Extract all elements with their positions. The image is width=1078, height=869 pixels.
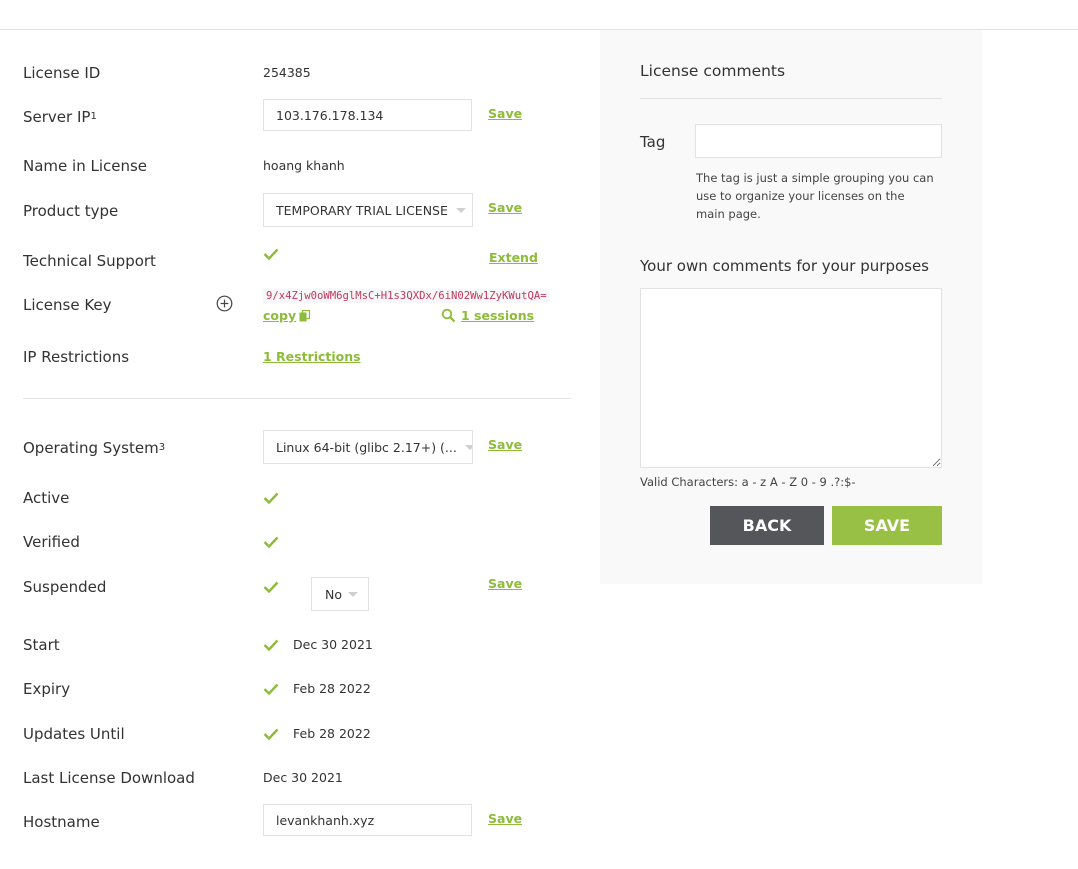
license-id-value: 254385 — [263, 65, 311, 80]
operating-system-select[interactable]: Linux 64-bit (glibc 2.17+) (... — [263, 430, 473, 464]
chevron-down-icon — [455, 207, 466, 213]
license-id-label: License ID — [23, 64, 101, 82]
check-icon — [263, 683, 279, 695]
license-comments-title: License comments — [640, 62, 786, 80]
copy-label: copy — [263, 308, 297, 323]
operating-system-save-link[interactable]: Save — [488, 437, 522, 452]
check-icon — [263, 639, 279, 651]
suspended-selected: No — [325, 586, 342, 602]
check-icon — [263, 728, 279, 740]
active-label: Active — [23, 489, 70, 507]
server-ip-footnote: 1 — [90, 111, 97, 122]
extend-support-link[interactable]: Extend — [489, 250, 538, 265]
server-ip-input[interactable] — [263, 99, 472, 131]
copy-icon — [299, 309, 311, 321]
product-type-label: Product type — [23, 202, 119, 220]
product-type-save-link[interactable]: Save — [488, 200, 522, 215]
hostname-save-link[interactable]: Save — [488, 811, 522, 826]
tag-help-text: The tag is just a simple grouping you ca… — [696, 171, 934, 221]
operating-system-footnote: 3 — [158, 442, 166, 453]
comments-textarea[interactable] — [640, 288, 942, 468]
check-icon — [263, 581, 279, 593]
tag-input[interactable] — [695, 124, 942, 158]
panel-divider — [640, 98, 942, 99]
suspended-label: Suspended — [23, 578, 107, 596]
tag-label: Tag — [640, 133, 666, 151]
operating-system-label: Operating System3 — [23, 439, 166, 457]
ip-restrictions-label: IP Restrictions — [23, 348, 130, 366]
chevron-down-icon — [464, 444, 472, 450]
ip-restrictions-link[interactable]: 1 Restrictions — [263, 349, 361, 364]
check-icon — [263, 248, 279, 260]
updates-until-label: Updates Until — [23, 725, 125, 743]
verified-label: Verified — [23, 533, 80, 551]
expiry-label: Expiry — [23, 680, 71, 698]
back-button[interactable]: BACK — [710, 506, 824, 545]
hostname-input[interactable] — [263, 804, 472, 836]
comments-title: Your own comments for your purposes — [640, 257, 929, 275]
chevron-down-icon — [348, 591, 358, 597]
plus-circle-icon[interactable] — [216, 295, 233, 312]
valid-characters-hint: Valid Characters: a - z A - Z 0 - 9 .?:$… — [640, 475, 856, 489]
sessions-link[interactable]: 1 sessions — [441, 308, 534, 323]
hostname-label: Hostname — [23, 813, 100, 831]
save-button[interactable]: SAVE — [832, 506, 942, 545]
product-type-select[interactable]: TEMPORARY TRIAL LICENSE — [263, 193, 473, 227]
name-in-license-label: Name in License — [23, 157, 148, 175]
check-icon — [263, 492, 279, 504]
start-date: Dec 30 2021 — [293, 637, 373, 652]
suspended-save-link[interactable]: Save — [488, 576, 522, 591]
suspended-select[interactable]: No — [311, 577, 369, 611]
server-ip-label: Server IP1 — [23, 108, 97, 126]
last-download-label: Last License Download — [23, 769, 195, 787]
expiry-date: Feb 28 2022 — [293, 681, 371, 696]
product-type-selected: TEMPORARY TRIAL LICENSE — [276, 202, 448, 218]
magnifier-icon — [441, 308, 456, 323]
license-key-value: 9/x4Zjw0oWM6glMsC+H1s3QXDx/6iN02Ww1ZyKWu… — [263, 289, 550, 303]
start-label: Start — [23, 636, 60, 654]
technical-support-label: Technical Support — [23, 252, 156, 270]
check-icon — [263, 536, 279, 548]
sessions-label: 1 sessions — [461, 308, 535, 323]
section-divider — [23, 398, 571, 399]
license-key-label: License Key — [23, 296, 112, 314]
copy-key-link[interactable]: copy — [263, 308, 311, 323]
last-download-date: Dec 30 2021 — [263, 770, 343, 785]
name-in-license-value: hoang khanh — [263, 158, 345, 173]
operating-system-selected: Linux 64-bit (glibc 2.17+) (... — [276, 439, 457, 455]
updates-until-date: Feb 28 2022 — [293, 726, 371, 741]
server-ip-save-link[interactable]: Save — [488, 106, 522, 121]
